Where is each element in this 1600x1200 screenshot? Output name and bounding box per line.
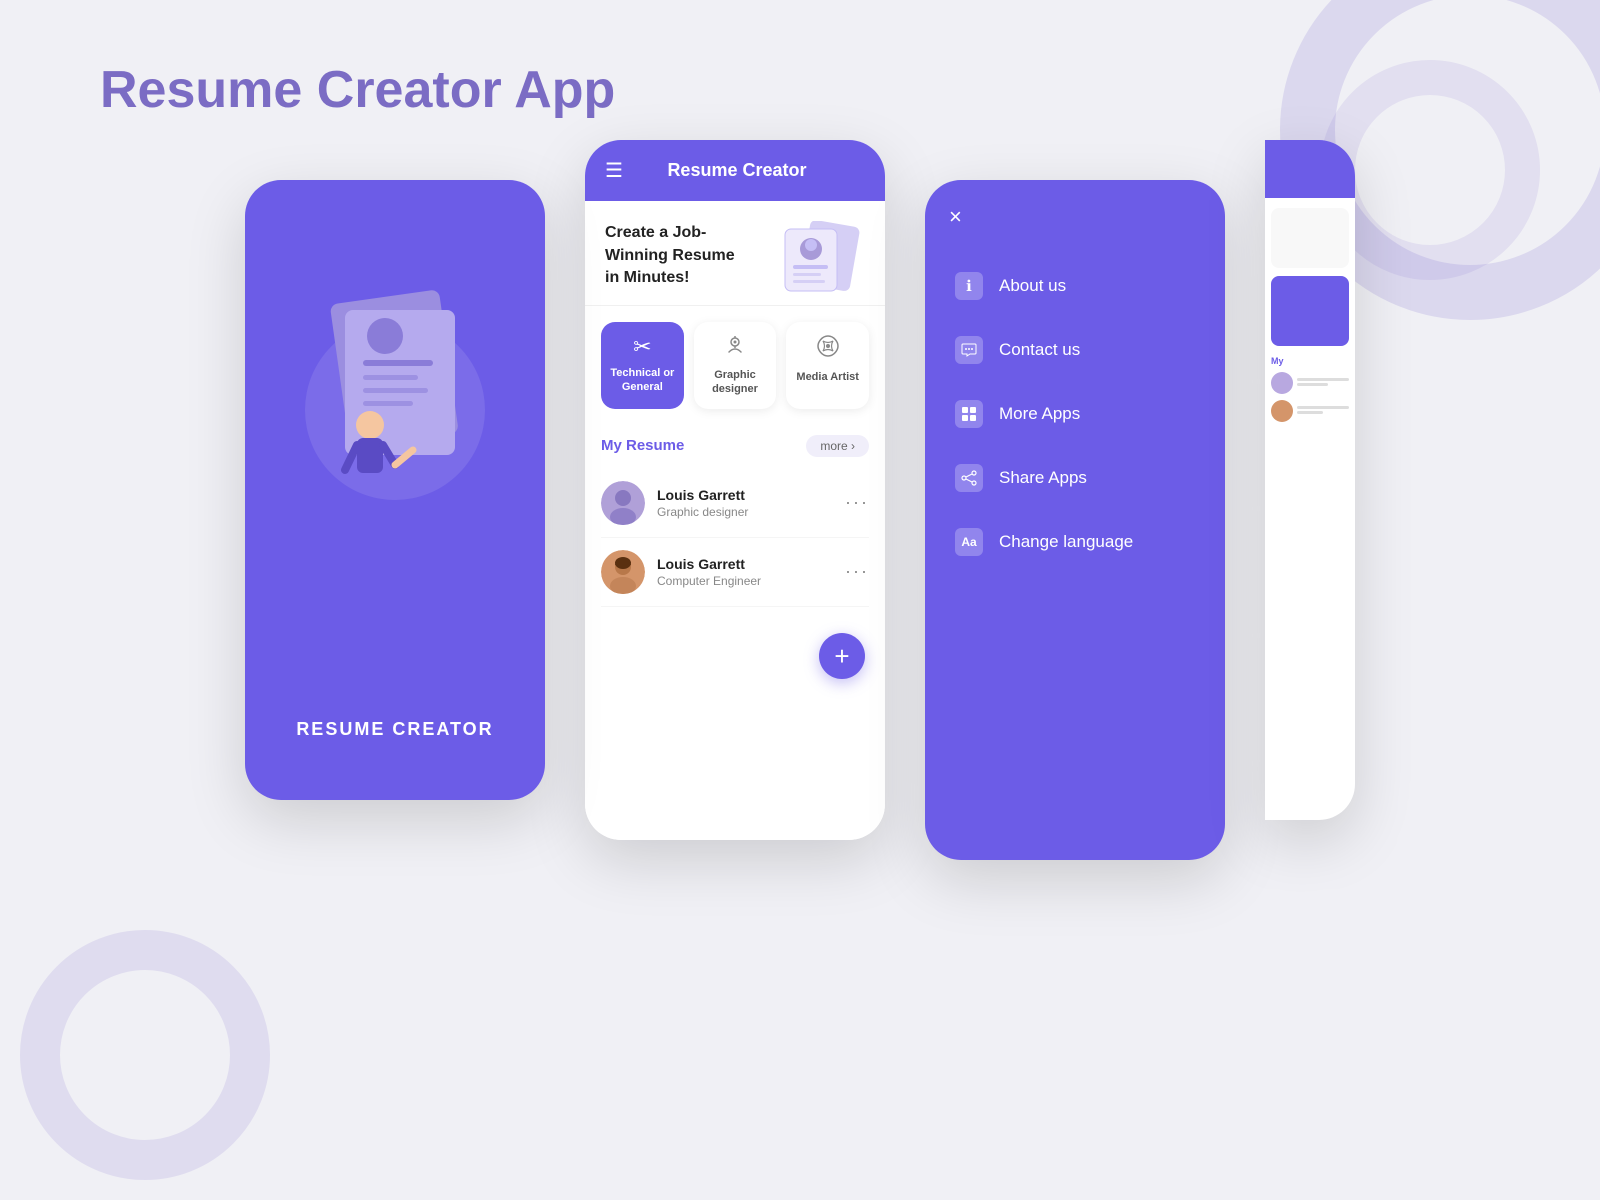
avatar-2 [601, 550, 645, 594]
peek-cat-1 [1271, 276, 1349, 346]
peek-lines-2 [1297, 406, 1349, 416]
app-header: ☰ Resume Creator [585, 140, 885, 201]
splash-illustration [295, 260, 495, 500]
peek-resume-item-1 [1271, 372, 1349, 394]
phone-main: ☰ Resume Creator Create a Job-Winning Re… [585, 140, 885, 840]
resume-info-2: Louis Garrett Computer Engineer [657, 556, 833, 588]
category-technical[interactable]: ✂ Technical or General [601, 322, 684, 409]
peek-body: My [1265, 198, 1355, 438]
resume-role-2: Computer Engineer [657, 574, 833, 588]
category-media-label: Media Artist [796, 370, 859, 384]
hero-illustration [775, 221, 865, 291]
peek-section-title: My [1271, 356, 1349, 366]
scissors-icon: ✂ [633, 334, 651, 360]
more-dots-1[interactable]: ··· [845, 492, 869, 513]
resume-name-2: Louis Garrett [657, 556, 833, 572]
peek-resume-item-2 [1271, 400, 1349, 422]
app-header-title: Resume Creator [639, 160, 835, 181]
peek-line-2 [1297, 383, 1328, 386]
peek-header [1265, 140, 1355, 198]
peek-avatar-2 [1271, 400, 1293, 422]
page-title: Resume Creator App [100, 60, 615, 120]
resume-role-1: Graphic designer [657, 505, 833, 519]
phone-peek: My [1265, 140, 1355, 820]
phones-container: RESUME CREATOR ☰ Resume Creator Create a… [245, 180, 1355, 860]
peek-line-1 [1297, 378, 1349, 381]
phone-splash: RESUME CREATOR [245, 180, 545, 800]
my-resume-title: My Resume [601, 437, 684, 454]
fab-button[interactable]: + [819, 633, 865, 679]
category-technical-label: Technical or General [609, 366, 676, 395]
menu-item-language[interactable]: Aа Change language [925, 510, 1225, 574]
category-graphic[interactable]: Graphic designer [694, 322, 777, 409]
menu-item-contact[interactable]: Contact us [925, 318, 1225, 382]
about-icon: ℹ [955, 272, 983, 300]
category-graphic-label: Graphic designer [702, 368, 769, 397]
menu-about-label: About us [999, 276, 1066, 296]
category-media[interactable]: Media Artist [786, 322, 869, 409]
peek-cats [1271, 276, 1349, 346]
phone-peek-inner: My [1265, 140, 1355, 820]
app-body: Create a Job-Winning Resume in Minutes! [585, 201, 885, 840]
hero-banner: Create a Job-Winning Resume in Minutes! [585, 201, 885, 306]
phone-menu: × ℹ About us Contact us [925, 180, 1225, 860]
graphic-icon [724, 334, 746, 362]
resume-info-1: Louis Garrett Graphic designer [657, 487, 833, 519]
menu-item-share[interactable]: Share Apps [925, 446, 1225, 510]
hero-text: Create a Job-Winning Resume in Minutes! [605, 222, 745, 289]
my-resume-section: My Resume more › Louis Garrett Gra [585, 425, 885, 617]
more-dots-2[interactable]: ··· [845, 561, 869, 582]
menu-more-apps-label: More Apps [999, 404, 1080, 424]
resume-item-1: Louis Garrett Graphic designer ··· [601, 469, 869, 538]
close-icon[interactable]: × [925, 204, 1225, 254]
menu-item-about[interactable]: ℹ About us [925, 254, 1225, 318]
menu-items: ℹ About us Contact us [925, 254, 1225, 836]
peek-banner [1271, 208, 1349, 268]
more-button[interactable]: more › [806, 435, 869, 457]
more-apps-icon [955, 400, 983, 428]
peek-line-3 [1297, 406, 1349, 409]
hamburger-icon[interactable]: ☰ [605, 158, 623, 183]
menu-share-label: Share Apps [999, 468, 1087, 488]
resume-item-2: Louis Garrett Computer Engineer ··· [601, 538, 869, 607]
peek-avatar-1 [1271, 372, 1293, 394]
menu-item-more-apps[interactable]: More Apps [925, 382, 1225, 446]
contact-icon [955, 336, 983, 364]
fab-container: + [585, 617, 885, 695]
my-resume-header: My Resume more › [601, 435, 869, 457]
menu-language-label: Change language [999, 532, 1133, 552]
peek-line-4 [1297, 411, 1323, 414]
resume-name-1: Louis Garrett [657, 487, 833, 503]
avatar-1 [601, 481, 645, 525]
splash-title: RESUME CREATOR [296, 719, 493, 740]
menu-contact-label: Contact us [999, 340, 1080, 360]
categories-row: ✂ Technical or General Graphic designer [585, 306, 885, 425]
media-icon [816, 334, 840, 364]
language-icon: Aа [955, 528, 983, 556]
peek-lines-1 [1297, 378, 1349, 388]
bg-circle-bottom-left [20, 930, 270, 1180]
share-icon [955, 464, 983, 492]
